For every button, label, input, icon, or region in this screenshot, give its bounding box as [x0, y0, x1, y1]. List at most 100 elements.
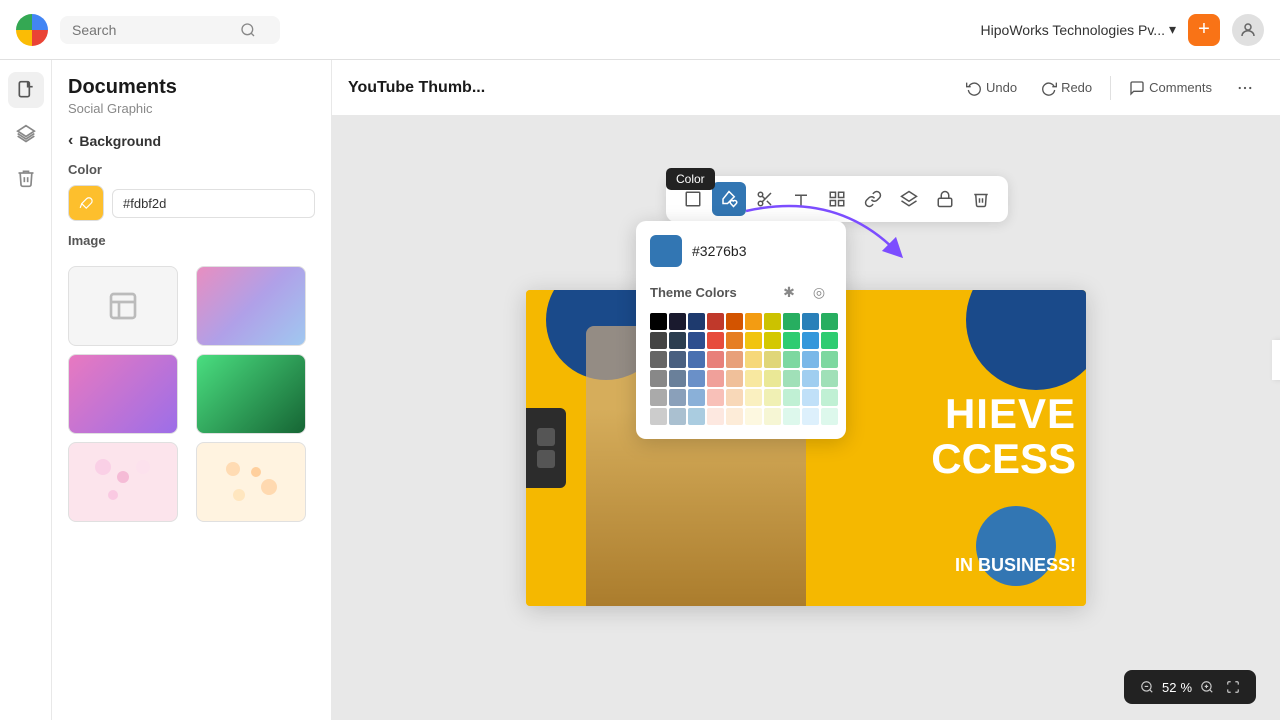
palette-color-cell[interactable] — [650, 408, 667, 425]
palette-color-cell[interactable] — [650, 313, 667, 330]
palette-color-cell[interactable] — [745, 332, 762, 349]
palette-color-cell[interactable] — [802, 351, 819, 368]
popup-color-swatch[interactable] — [650, 235, 682, 267]
palette-color-cell[interactable] — [745, 408, 762, 425]
palette-color-cell[interactable] — [821, 332, 838, 349]
palette-color-cell[interactable] — [764, 408, 781, 425]
palette-color-cell[interactable] — [650, 351, 667, 368]
add-button[interactable]: + — [1188, 14, 1220, 46]
palette-color-cell[interactable] — [764, 370, 781, 387]
search-input[interactable] — [72, 22, 232, 38]
palette-color-cell[interactable] — [669, 408, 686, 425]
fullscreen-button[interactable] — [1222, 676, 1244, 698]
palette-color-cell[interactable] — [802, 389, 819, 406]
trash-tool-button[interactable] — [964, 182, 998, 216]
image-thumb-pink-gradient[interactable] — [68, 354, 178, 434]
palette-color-cell[interactable] — [764, 332, 781, 349]
palette-color-cell[interactable] — [669, 389, 686, 406]
palette-color-cell[interactable] — [764, 389, 781, 406]
grid-tool-button[interactable] — [820, 182, 854, 216]
color-hex-input[interactable] — [112, 189, 315, 218]
undo-button[interactable]: Undo — [956, 74, 1027, 102]
palette-color-cell[interactable] — [707, 389, 724, 406]
left-panel-icon[interactable] — [526, 408, 566, 488]
image-thumb-floral-pink[interactable] — [68, 442, 178, 522]
palette-color-cell[interactable] — [745, 389, 762, 406]
palette-color-cell[interactable] — [783, 351, 800, 368]
eyedropper-icon-btn[interactable]: ✱ — [776, 279, 802, 305]
redo-button[interactable]: Redo — [1031, 74, 1102, 102]
palette-color-cell[interactable] — [688, 370, 705, 387]
floral-orange-decoration — [221, 457, 281, 507]
nav-documents-icon[interactable] — [8, 72, 44, 108]
palette-color-cell[interactable] — [783, 408, 800, 425]
company-selector[interactable]: HipoWorks Technologies Pv... ▾ — [981, 21, 1176, 38]
layers-tool-button[interactable] — [892, 182, 926, 216]
palette-color-cell[interactable] — [745, 370, 762, 387]
palette-color-cell[interactable] — [821, 370, 838, 387]
lock-tool-button[interactable] — [928, 182, 962, 216]
palette-color-cell[interactable] — [764, 351, 781, 368]
cut-tool-button[interactable] — [748, 182, 782, 216]
color-tool-button[interactable] — [712, 182, 746, 216]
palette-color-cell[interactable] — [726, 389, 743, 406]
image-thumb-circles[interactable] — [196, 266, 306, 346]
avatar[interactable] — [1232, 14, 1264, 46]
palette-color-cell[interactable] — [688, 351, 705, 368]
palette-color-cell[interactable] — [764, 313, 781, 330]
image-thumb-green-gradient[interactable] — [196, 354, 306, 434]
image-section-label: Image — [68, 233, 315, 248]
palette-color-cell[interactable] — [669, 351, 686, 368]
palette-color-cell[interactable] — [707, 332, 724, 349]
palette-color-cell[interactable] — [707, 351, 724, 368]
more-options-button[interactable] — [1226, 73, 1264, 103]
palette-color-cell[interactable] — [669, 313, 686, 330]
image-thumb-placeholder[interactable] — [68, 266, 178, 346]
palette-color-cell[interactable] — [783, 389, 800, 406]
palette-color-cell[interactable] — [650, 389, 667, 406]
palette-color-cell[interactable] — [707, 370, 724, 387]
palette-color-cell[interactable] — [821, 389, 838, 406]
palette-color-cell[interactable] — [821, 408, 838, 425]
palette-color-cell[interactable] — [669, 370, 686, 387]
link-tool-button[interactable] — [856, 182, 890, 216]
nav-layers-icon[interactable] — [8, 116, 44, 152]
comments-button[interactable]: Comments — [1119, 74, 1222, 102]
nav-trash-icon[interactable] — [8, 160, 44, 196]
palette-color-cell[interactable] — [802, 313, 819, 330]
palette-color-cell[interactable] — [802, 370, 819, 387]
palette-color-cell[interactable] — [802, 408, 819, 425]
palette-color-cell[interactable] — [688, 408, 705, 425]
toolbar-separator — [1110, 76, 1111, 100]
palette-color-cell[interactable] — [726, 332, 743, 349]
back-button[interactable]: ‹ Background — [68, 132, 315, 150]
palette-color-cell[interactable] — [707, 313, 724, 330]
palette-color-cell[interactable] — [707, 408, 724, 425]
color-swatch[interactable] — [68, 185, 104, 221]
palette-color-cell[interactable] — [688, 313, 705, 330]
palette-color-cell[interactable] — [650, 370, 667, 387]
palette-color-cell[interactable] — [726, 313, 743, 330]
image-thumb-floral-orange[interactable] — [196, 442, 306, 522]
sidebar: Documents Social Graphic ‹ Background Co… — [52, 60, 332, 720]
palette-color-cell[interactable] — [783, 370, 800, 387]
palette-color-cell[interactable] — [802, 332, 819, 349]
palette-color-cell[interactable] — [669, 332, 686, 349]
palette-color-cell[interactable] — [688, 332, 705, 349]
palette-color-cell[interactable] — [650, 332, 667, 349]
palette-color-cell[interactable] — [783, 332, 800, 349]
palette-color-cell[interactable] — [726, 408, 743, 425]
palette-color-cell[interactable] — [821, 351, 838, 368]
color-wheel-icon-btn[interactable]: ◎ — [806, 279, 832, 305]
palette-color-cell[interactable] — [688, 389, 705, 406]
palette-color-cell[interactable] — [783, 313, 800, 330]
text-tool-button[interactable] — [784, 182, 818, 216]
palette-color-cell[interactable] — [821, 313, 838, 330]
palette-color-cell[interactable] — [726, 370, 743, 387]
zoom-out-button[interactable] — [1136, 676, 1158, 698]
circle-top-right — [966, 290, 1086, 390]
palette-color-cell[interactable] — [745, 313, 762, 330]
palette-color-cell[interactable] — [745, 351, 762, 368]
zoom-in-button[interactable] — [1196, 676, 1218, 698]
palette-color-cell[interactable] — [726, 351, 743, 368]
